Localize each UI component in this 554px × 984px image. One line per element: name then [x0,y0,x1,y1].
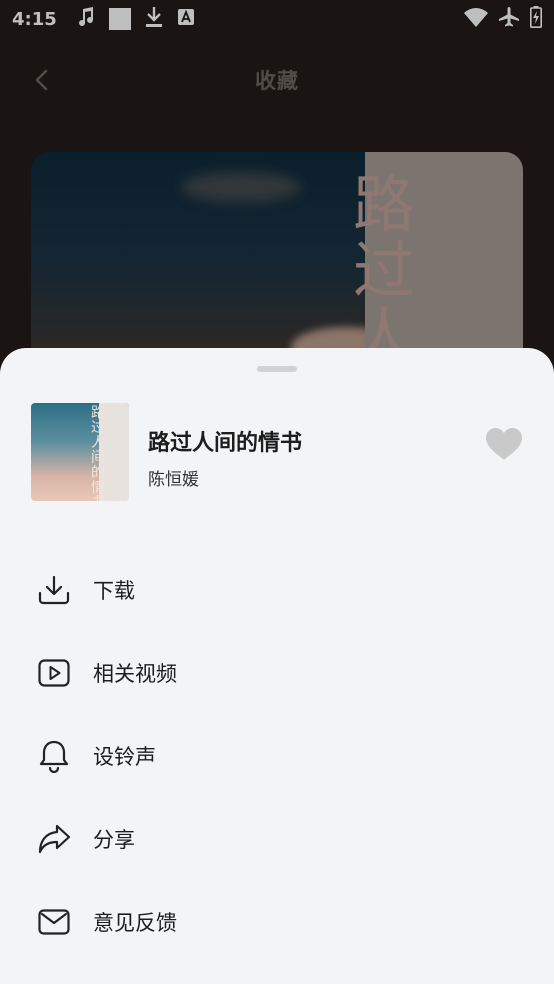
heart-icon [486,428,522,460]
video-play-icon [37,656,71,690]
download-icon [37,573,71,607]
menu-item-label: 意见反馈 [93,910,177,935]
sheet-drag-handle[interactable] [257,366,297,372]
menu-item-related-video[interactable]: 相关视频 [0,631,554,714]
action-menu: 下载 相关视频 设铃声 分享 意见反馈 [0,548,554,963]
menu-item-label: 相关视频 [93,661,177,686]
song-title: 路过人间的情书 [148,431,303,456]
menu-item-label: 分享 [93,827,135,852]
mail-icon [37,905,71,939]
menu-item-share[interactable]: 分享 [0,797,554,880]
song-info-row: 路过人间的情书 路过人间的情书 陈恒媛 [31,403,523,501]
menu-item-feedback[interactable]: 意见反馈 [0,880,554,963]
share-icon [37,822,71,856]
bottom-sheet: 路过人间的情书 路过人间的情书 陈恒媛 下载 相关视频 设铃声 [0,348,554,984]
bell-icon [37,739,71,773]
menu-item-download[interactable]: 下载 [0,548,554,631]
song-artist: 陈恒媛 [148,470,199,490]
menu-item-label: 设铃声 [93,744,156,769]
favorite-button[interactable] [485,427,523,461]
cover-title-text: 路过人间的情书 [91,405,105,502]
menu-item-set-ringtone[interactable]: 设铃声 [0,714,554,797]
menu-item-label: 下载 [93,578,135,603]
album-cover: 路过人间的情书 [31,403,129,501]
